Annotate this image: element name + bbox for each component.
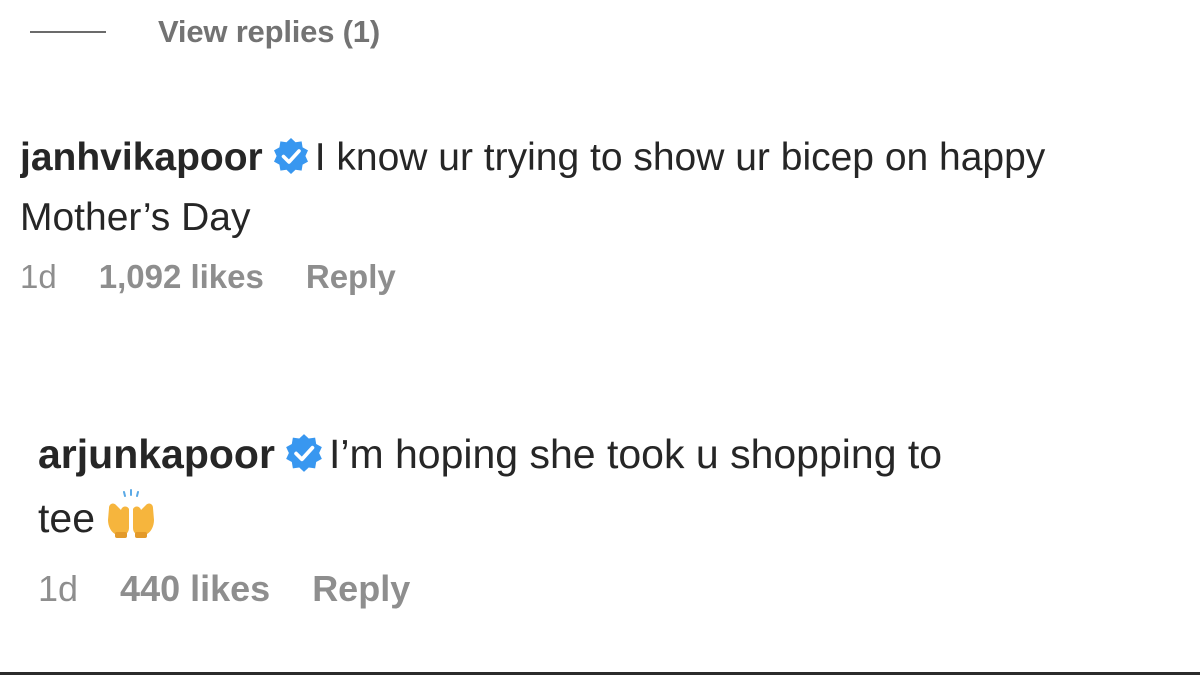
comment-item: janhvikapoor I know ur trying to show ur…: [0, 128, 1200, 296]
comment-username[interactable]: janhvikapoor: [20, 136, 263, 179]
comment-timestamp: 1d: [20, 258, 57, 295]
verified-badge-icon: [273, 138, 308, 174]
comment-meta: 1d 1,092 likes Reply: [20, 258, 1200, 296]
reply-thread-line: [30, 31, 106, 33]
comment-text-line1: I know ur trying to show ur bicep on hap…: [314, 136, 1046, 179]
comment-body: janhvikapoor I know ur trying to show ur…: [20, 128, 1200, 188]
comment-text-line2: Mother’s Day: [20, 196, 251, 239]
raising-hands-emoji-icon: [108, 489, 154, 538]
comment-item: arjunkapoor I’m hoping she took u shoppi…: [0, 422, 1200, 610]
verified-badge-icon: [286, 434, 322, 472]
comment-text-line1: I’m hoping she took u shopping to: [328, 431, 943, 477]
comment-text-line2-wrap: tee: [38, 486, 1200, 550]
comment-meta: 1d 440 likes Reply: [38, 568, 1200, 610]
view-replies-button[interactable]: View replies (1): [30, 10, 380, 54]
reply-button[interactable]: Reply: [306, 258, 396, 296]
comment-timestamp: 1d: [38, 568, 79, 609]
comment-username[interactable]: arjunkapoor: [38, 431, 275, 477]
reply-button[interactable]: Reply: [312, 568, 410, 610]
comment-likes-count[interactable]: 440 likes: [120, 568, 270, 610]
view-replies-label: View replies (1): [158, 14, 380, 49]
comment-likes-count[interactable]: 1,092 likes: [99, 258, 264, 296]
comment-text-line2-wrap: Mother’s Day: [20, 188, 1200, 248]
comment-body: arjunkapoor I’m hoping she took u shoppi…: [38, 422, 1200, 486]
comment-text-line2: tee: [38, 495, 95, 541]
